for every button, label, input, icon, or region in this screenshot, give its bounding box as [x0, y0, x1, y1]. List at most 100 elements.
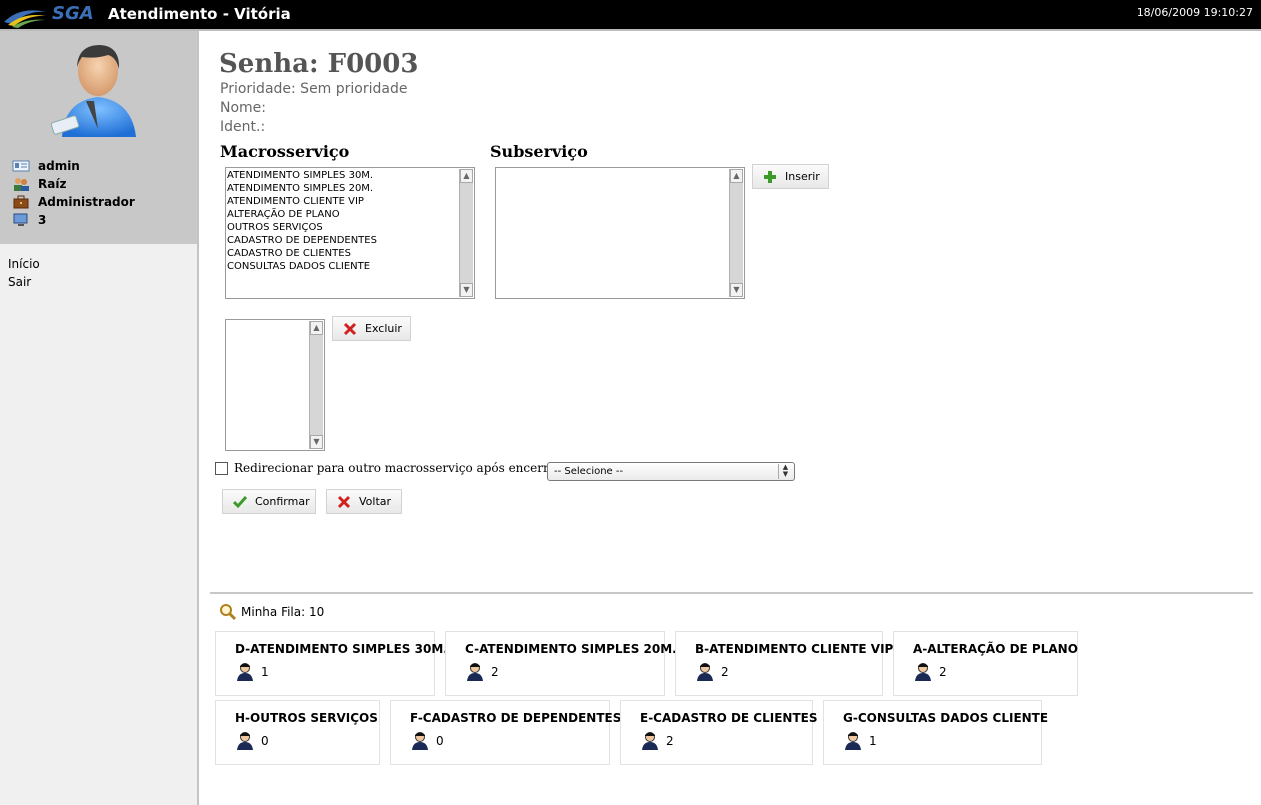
- magnifier-icon: [220, 604, 237, 621]
- person-icon: [467, 663, 483, 681]
- list-item[interactable]: ALTERAÇÃO DE PLANO: [227, 208, 458, 221]
- ticket-ident: Ident.:: [220, 119, 266, 135]
- scroll-down-icon[interactable]: ▼: [460, 283, 473, 297]
- briefcase-icon: [13, 195, 29, 209]
- voltar-label: Voltar: [359, 495, 392, 508]
- confirmar-label: Confirmar: [255, 495, 310, 508]
- list-item[interactable]: ATENDIMENTO SIMPLES 30M.: [227, 169, 458, 182]
- user-row-username: admin: [12, 157, 80, 175]
- nav-link-sair[interactable]: Sair: [8, 273, 40, 291]
- queue-card-count: 2: [721, 665, 729, 679]
- sidebar-nav: Início Sair: [8, 255, 40, 291]
- queue-card[interactable]: E-CADASTRO DE CLIENTES 2: [620, 700, 818, 765]
- check-icon: [233, 495, 247, 508]
- queue-card-title: A-ALTERAÇÃO DE PLANO: [913, 642, 1078, 656]
- fila-label: Minha Fila: 10: [241, 605, 325, 619]
- queue-card[interactable]: C-ATENDIMENTO SIMPLES 20M. 2: [445, 631, 677, 696]
- queue-card-title: C-ATENDIMENTO SIMPLES 20M.: [465, 642, 677, 656]
- user-row-unit: Raíz: [12, 175, 66, 193]
- ticket-name: Nome:: [220, 100, 267, 116]
- queue-card-title: G-CONSULTAS DADOS CLIENTE: [843, 711, 1049, 725]
- person-icon: [915, 663, 931, 681]
- user-panel: admin Raíz Administrador 3: [0, 31, 197, 244]
- redirect-select[interactable]: -- Selecione -- ▲ ▼: [547, 462, 795, 481]
- macro-listbox[interactable]: ATENDIMENTO SIMPLES 30M. ATENDIMENTO SIM…: [225, 167, 475, 299]
- app-title: Atendimento - Vitória: [108, 5, 291, 23]
- plus-icon: [764, 170, 776, 183]
- x-icon: [343, 322, 357, 335]
- select-caret-icon: ▲ ▼: [778, 464, 792, 479]
- queue-card[interactable]: D-ATENDIMENTO SIMPLES 30M. 1: [215, 631, 448, 696]
- queue-card-title: B-ATENDIMENTO CLIENTE VIP: [695, 642, 894, 656]
- section-divider: [210, 592, 1253, 594]
- queue-card-title: H-OUTROS SERVIÇOS: [235, 711, 378, 725]
- unit: Raíz: [38, 177, 67, 191]
- macro-scrollbar[interactable]: ▲ ▼: [459, 169, 473, 297]
- person-icon: [412, 732, 428, 750]
- ticket-number: Senha: F0003: [219, 49, 419, 79]
- role: Administrador: [38, 195, 135, 209]
- scroll-up-icon[interactable]: ▲: [730, 169, 743, 183]
- list-item[interactable]: CADASTRO DE DEPENDENTES: [227, 234, 458, 247]
- queue-card-title: D-ATENDIMENTO SIMPLES 30M.: [235, 642, 448, 656]
- computer-icon: [13, 213, 28, 226]
- scroll-up-icon[interactable]: ▲: [310, 321, 323, 335]
- person-icon: [237, 732, 253, 750]
- scroll-down-icon[interactable]: ▼: [730, 283, 743, 297]
- list-item[interactable]: OUTROS SERVIÇOS: [227, 221, 458, 234]
- user-row-counter: 3: [12, 211, 46, 229]
- logo-text: SGA: [52, 3, 94, 24]
- top-bar: SGA Atendimento - Vitória 18/06/2009 19:…: [0, 0, 1261, 29]
- datetime: 18/06/2009 19:10:27: [1136, 6, 1253, 19]
- selected-scrollbar[interactable]: ▲ ▼: [309, 321, 323, 449]
- list-item[interactable]: CONSULTAS DADOS CLIENTE: [227, 260, 458, 273]
- redirect-option: Redirecionar para outro macrosserviço ap…: [215, 461, 564, 475]
- voltar-button[interactable]: Voltar: [326, 489, 402, 514]
- sub-listbox[interactable]: ▲ ▼: [495, 167, 745, 299]
- queue-card[interactable]: G-CONSULTAS DADOS CLIENTE 1: [823, 700, 1048, 765]
- queue-card[interactable]: F-CADASTRO DE DEPENDENTES 0: [390, 700, 621, 765]
- fila-header: Minha Fila: 10: [219, 603, 324, 621]
- sub-scrollbar[interactable]: ▲ ▼: [729, 169, 743, 297]
- nav-link-inicio[interactable]: Início: [8, 255, 40, 273]
- queue-card-count: 0: [436, 734, 444, 748]
- confirmar-button[interactable]: Confirmar: [222, 489, 316, 514]
- macro-title: Macrosserviço: [220, 142, 350, 161]
- scroll-down-icon[interactable]: ▼: [310, 435, 323, 449]
- queue-card-count: 2: [666, 734, 674, 748]
- list-item[interactable]: ATENDIMENTO SIMPLES 20M.: [227, 182, 458, 195]
- sub-title: Subserviço: [490, 142, 588, 161]
- list-item[interactable]: CADASTRO DE CLIENTES: [227, 247, 458, 260]
- x-icon: [337, 495, 351, 508]
- excluir-button[interactable]: Excluir: [332, 316, 411, 341]
- counter: 3: [38, 213, 47, 227]
- redirect-select-value: -- Selecione --: [554, 466, 624, 477]
- queue-card[interactable]: H-OUTROS SERVIÇOS 0: [215, 700, 380, 765]
- selected-listbox[interactable]: ▲ ▼: [225, 319, 325, 451]
- queue-card-count: 0: [261, 734, 269, 748]
- username: admin: [38, 159, 80, 173]
- redirect-label: Redirecionar para outro macrosserviço ap…: [234, 461, 565, 475]
- redirect-checkbox[interactable]: [215, 461, 228, 475]
- queue-card-count: 1: [261, 665, 269, 679]
- inserir-label: Inserir: [785, 170, 820, 183]
- queue-card[interactable]: B-ATENDIMENTO CLIENTE VIP 2: [675, 631, 893, 696]
- sidebar: admin Raíz Administrador 3 Início Sair: [0, 31, 199, 805]
- group-icon: [14, 178, 29, 191]
- person-icon: [845, 732, 861, 750]
- queue-card[interactable]: A-ALTERAÇÃO DE PLANO 2: [893, 631, 1078, 696]
- person-icon: [697, 663, 713, 681]
- inserir-button[interactable]: Inserir: [752, 164, 829, 189]
- queue-card-count: 2: [939, 665, 947, 679]
- main-content: Senha: F0003 Prioridade: Sem prioridade …: [201, 31, 1261, 805]
- queue-card-count: 1: [869, 734, 877, 748]
- person-icon: [237, 663, 253, 681]
- ticket-priority: Prioridade: Sem prioridade: [220, 81, 408, 97]
- id-card-icon: [12, 160, 30, 172]
- queue-card-title: E-CADASTRO DE CLIENTES: [640, 711, 818, 725]
- scroll-up-icon[interactable]: ▲: [460, 169, 473, 183]
- list-item[interactable]: ATENDIMENTO CLIENTE VIP: [227, 195, 458, 208]
- person-icon: [642, 732, 658, 750]
- queue-card-title: F-CADASTRO DE DEPENDENTES: [410, 711, 622, 725]
- user-row-role: Administrador: [12, 193, 135, 211]
